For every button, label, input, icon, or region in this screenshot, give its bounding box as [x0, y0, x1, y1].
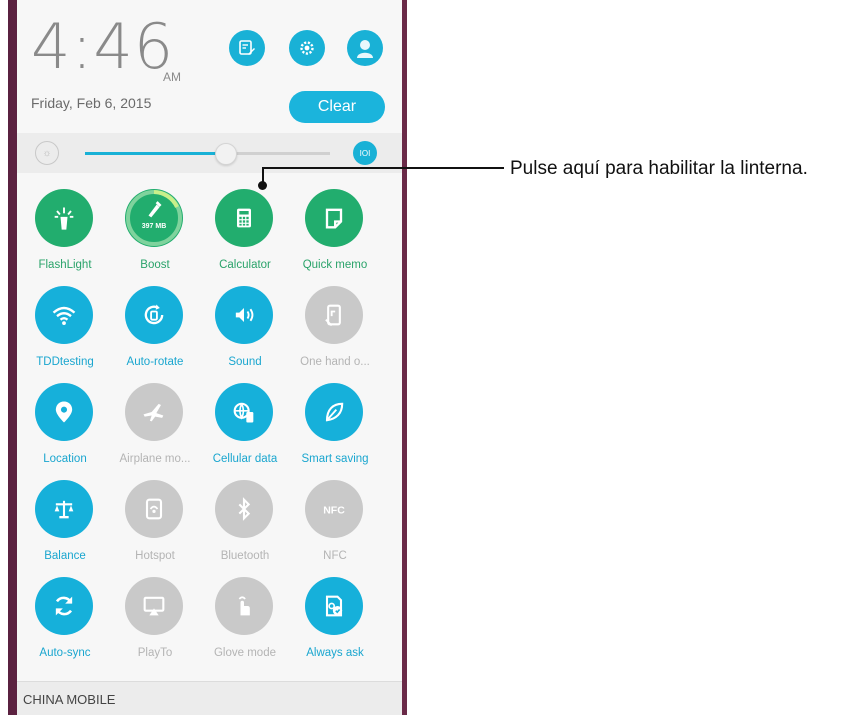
- leaf-icon[interactable]: [305, 383, 363, 441]
- clock-ampm: AM: [163, 70, 181, 84]
- tile-label: NFC: [323, 550, 347, 562]
- callout-text: Pulse aquí para habilitar la linterna.: [510, 158, 808, 179]
- brightness-slider-fill: [85, 152, 225, 155]
- tile-label: Hotspot: [135, 550, 175, 562]
- sim-ask-icon[interactable]: [305, 577, 363, 635]
- tile-label: Glove mode: [213, 647, 276, 659]
- clear-button[interactable]: Clear: [289, 91, 385, 123]
- tile-balance[interactable]: Balance: [19, 480, 111, 578]
- tile-sound[interactable]: Sound: [199, 286, 291, 384]
- flashlight-icon[interactable]: [35, 189, 93, 247]
- quick-settings-panel: 4:46 AM Friday, Feb 6, 2015 Clear ☼ IOI …: [17, 0, 402, 715]
- glove-icon[interactable]: [215, 577, 273, 635]
- one-hand-icon[interactable]: [305, 286, 363, 344]
- bluetooth-icon[interactable]: [215, 480, 273, 538]
- sound-icon[interactable]: [215, 286, 273, 344]
- tile-label: TDDtesting: [36, 356, 94, 368]
- tile-label: FlashLight: [38, 259, 92, 271]
- carrier-bar: CHINA MOBILE: [17, 681, 402, 715]
- cellular-data-icon[interactable]: [215, 383, 273, 441]
- tile-always-ask[interactable]: Always ask: [289, 577, 381, 675]
- brightness-slider[interactable]: [85, 143, 330, 165]
- tile-label: Smart saving: [301, 453, 369, 465]
- tile-auto-rotate[interactable]: Auto-rotate: [109, 286, 201, 384]
- balance-icon[interactable]: [35, 480, 93, 538]
- tile-cellular-data[interactable]: Cellular data: [199, 383, 291, 481]
- avatar-icon[interactable]: [347, 30, 383, 66]
- carrier-name: CHINA MOBILE: [23, 692, 116, 707]
- tile-location[interactable]: Location: [19, 383, 111, 481]
- tile-nfc[interactable]: NFC NFC: [289, 480, 381, 578]
- canvas: 4:46 AM Friday, Feb 6, 2015 Clear ☼ IOI …: [0, 0, 863, 715]
- edit-settings-icon[interactable]: [229, 30, 265, 66]
- callout-dot: [258, 181, 267, 190]
- tile-bluetooth[interactable]: Bluetooth: [199, 480, 291, 578]
- tile-label: PlayTo: [137, 647, 173, 659]
- boost-memory-label: 397 MB: [141, 223, 167, 230]
- brightness-auto-icon[interactable]: ☼: [35, 141, 59, 165]
- tile-label: Always ask: [306, 647, 364, 659]
- tile-quick-memo[interactable]: Quick memo: [289, 189, 381, 287]
- clock-time: 4:46: [31, 10, 175, 83]
- tile-calculator[interactable]: Calculator: [199, 189, 291, 287]
- brightness-slider-thumb[interactable]: [214, 143, 237, 165]
- sync-icon[interactable]: [35, 577, 93, 635]
- tile-label: Calculator: [219, 259, 271, 271]
- tile-label: Location: [43, 453, 87, 465]
- tile-tddtesting[interactable]: TDDtesting: [19, 286, 111, 384]
- tile-boost[interactable]: 397 MB Boost: [109, 189, 201, 287]
- tile-playto[interactable]: PlayTo: [109, 577, 201, 675]
- wifi-icon[interactable]: [35, 286, 93, 344]
- tile-label: Auto-rotate: [126, 356, 184, 368]
- svg-text:NFC: NFC: [323, 505, 345, 517]
- gear-icon[interactable]: [289, 30, 325, 66]
- nfc-icon[interactable]: NFC: [305, 480, 363, 538]
- tile-label: Sound: [228, 356, 262, 368]
- tile-label: Cellular data: [212, 453, 278, 465]
- playto-icon[interactable]: [125, 577, 183, 635]
- brightness-max-label: IOI: [359, 148, 371, 158]
- tile-hotspot[interactable]: Hotspot: [109, 480, 201, 578]
- tile-label: Bluetooth: [220, 550, 270, 562]
- date-label: Friday, Feb 6, 2015: [31, 95, 152, 111]
- tile-smart-saving[interactable]: Smart saving: [289, 383, 381, 481]
- hotspot-icon[interactable]: [125, 480, 183, 538]
- airplane-icon[interactable]: [125, 383, 183, 441]
- calculator-icon[interactable]: [215, 189, 273, 247]
- tile-label: Auto-sync: [39, 647, 91, 659]
- tile-flashlight[interactable]: FlashLight: [19, 189, 111, 287]
- tile-glove-mode[interactable]: Glove mode: [199, 577, 291, 675]
- tile-label: Airplane mo...: [119, 453, 191, 465]
- rotate-icon[interactable]: [125, 286, 183, 344]
- tile-label: Balance: [44, 550, 86, 562]
- callout-line: [262, 167, 504, 169]
- boost-icon[interactable]: 397 MB: [125, 189, 183, 247]
- tile-label: One hand o...: [300, 356, 370, 368]
- location-icon[interactable]: [35, 383, 93, 441]
- brightness-max-icon[interactable]: IOI: [353, 141, 377, 165]
- tile-one-hand-o[interactable]: One hand o...: [289, 286, 381, 384]
- tile-label: Boost: [140, 259, 170, 271]
- memo-icon[interactable]: [305, 189, 363, 247]
- tile-auto-sync[interactable]: Auto-sync: [19, 577, 111, 675]
- tile-label: Quick memo: [302, 259, 368, 271]
- tile-airplane-mo[interactable]: Airplane mo...: [109, 383, 201, 481]
